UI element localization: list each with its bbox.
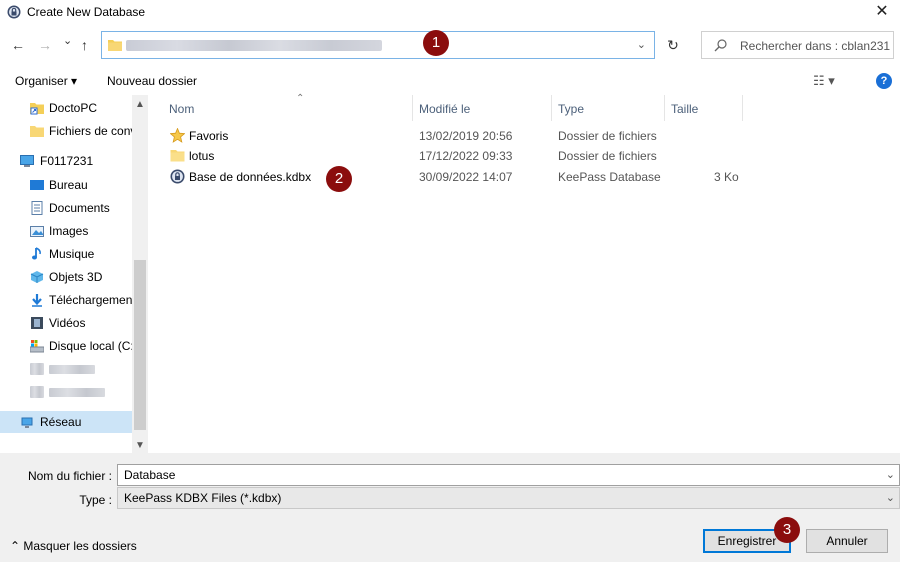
table-row[interactable]: Base de données.kdbx 30/09/2022 14:07 Ke… bbox=[150, 167, 900, 187]
close-icon[interactable]: ✕ bbox=[864, 0, 900, 26]
sidebar-item-images[interactable]: Images bbox=[0, 220, 132, 242]
up-arrow-icon[interactable]: ↑ bbox=[81, 37, 88, 53]
sidebar-item-label: Vidéos bbox=[49, 316, 86, 330]
sidebar-item-label: F0117231 bbox=[40, 154, 94, 168]
organize-menu-button[interactable]: Organiser ▾ bbox=[15, 74, 77, 88]
computer-icon bbox=[20, 155, 34, 167]
address-row: ← → ⌄ ↑ ⌄ ↻ Rechercher dans : cblan231 bbox=[0, 28, 900, 64]
sidebar-item-label: Bureau bbox=[49, 178, 88, 192]
sidebar-item-objets-3d[interactable]: Objets 3D bbox=[0, 266, 132, 288]
sidebar-item-disque-local[interactable]: Disque local (C:) bbox=[0, 335, 138, 357]
address-path-redacted bbox=[126, 40, 382, 51]
sidebar-item-musique[interactable]: Musique bbox=[0, 243, 132, 265]
drive-icon bbox=[30, 363, 44, 375]
sidebar-item-label: Téléchargements bbox=[49, 293, 142, 307]
column-header-size[interactable]: Taille bbox=[665, 95, 743, 121]
network-icon bbox=[21, 417, 33, 428]
filename-value: Database bbox=[124, 468, 176, 482]
filename-label: Nom du fichier : bbox=[27, 469, 112, 483]
sidebar-item-label: Images bbox=[49, 224, 89, 238]
sidebar-item-doctopc[interactable]: DoctoPC bbox=[0, 97, 132, 119]
step-badge-1: 1 bbox=[423, 30, 449, 56]
file-list: Nom ⌃ Modifié le Type Taille Favoris 13/… bbox=[150, 93, 900, 453]
column-header-modified[interactable]: Modifié le bbox=[413, 95, 552, 121]
sidebar-item-label: Disque local (C:) bbox=[49, 339, 138, 353]
sidebar-item-fichiers-de-conv[interactable]: Fichiers de conv bbox=[0, 120, 136, 142]
help-icon[interactable]: ? bbox=[876, 73, 892, 89]
save-form: Nom du fichier : Database ⌄ Type : KeePa… bbox=[0, 453, 900, 562]
title-bar: Create New Database ✕ bbox=[0, 0, 900, 26]
sidebar-item-bureau[interactable]: Bureau bbox=[0, 174, 132, 196]
view-options-icon[interactable]: ☷ ▾ bbox=[813, 73, 835, 89]
redacted-label bbox=[49, 365, 95, 374]
sort-ascending-icon: ⌃ bbox=[296, 93, 305, 104]
address-bar[interactable]: ⌄ bbox=[101, 31, 655, 59]
search-placeholder: Rechercher dans : cblan231 bbox=[740, 39, 891, 53]
folder-icon bbox=[170, 150, 185, 162]
file-type-value: KeePass KDBX Files (*.kdbx) bbox=[124, 491, 282, 505]
folder-icon bbox=[30, 126, 44, 137]
column-header-type[interactable]: Type bbox=[552, 95, 665, 121]
scrollbar-thumb[interactable] bbox=[134, 260, 146, 430]
desktop-icon bbox=[30, 180, 44, 190]
column-header-name[interactable]: Nom ⌃ bbox=[163, 93, 413, 121]
folder-icon bbox=[108, 40, 122, 51]
search-input[interactable]: Rechercher dans : cblan231 bbox=[701, 31, 894, 59]
sidebar-item-this-pc[interactable]: F0117231 bbox=[0, 150, 132, 172]
keepass-lock-icon bbox=[7, 5, 21, 19]
sidebar-scrollbar[interactable]: ▲ ▼ bbox=[132, 95, 148, 453]
file-type-select[interactable]: KeePass KDBX Files (*.kdbx) ⌄ bbox=[117, 487, 900, 509]
music-icon bbox=[32, 247, 41, 260]
hide-folders-toggle[interactable]: ⌃ Masquer les dossiers bbox=[10, 539, 137, 553]
keepass-icon bbox=[170, 169, 185, 184]
address-dropdown-chevron-icon[interactable]: ⌄ bbox=[637, 38, 646, 51]
scroll-down-icon[interactable]: ▼ bbox=[135, 440, 145, 451]
sidebar-item-label: Fichiers de conv bbox=[49, 124, 137, 138]
sidebar-item-label: Musique bbox=[49, 247, 95, 261]
recent-locations-chevron-icon[interactable]: ⌄ bbox=[63, 34, 72, 47]
sidebar-item-label: Réseau bbox=[40, 415, 82, 429]
filename-dropdown-chevron-icon[interactable]: ⌄ bbox=[886, 468, 895, 481]
sidebar-item-redacted-drive-1[interactable] bbox=[0, 358, 132, 380]
step-badge-3: 3 bbox=[774, 517, 800, 543]
sidebar-item-telechargements[interactable]: Téléchargements bbox=[0, 289, 142, 311]
sidebar-item-label: Documents bbox=[49, 201, 110, 215]
drive-icon bbox=[30, 386, 44, 398]
sidebar-item-label: DoctoPC bbox=[49, 101, 98, 115]
navigation-pane: DoctoPC Fichiers de conv F0117231 Bureau… bbox=[0, 95, 148, 453]
sidebar-item-documents[interactable]: Documents bbox=[0, 197, 132, 219]
sidebar-item-label: Objets 3D bbox=[49, 270, 103, 284]
table-row[interactable]: Favoris 13/02/2019 20:56 Dossier de fich… bbox=[150, 126, 900, 146]
redacted-label bbox=[49, 388, 105, 397]
sidebar-item-reseau[interactable]: Réseau bbox=[0, 411, 132, 433]
window-title: Create New Database bbox=[27, 5, 146, 19]
table-row[interactable]: lotus 17/12/2022 09:33 Dossier de fichie… bbox=[150, 146, 900, 166]
scroll-up-icon[interactable]: ▲ bbox=[135, 99, 145, 110]
documents-icon bbox=[31, 201, 43, 215]
refresh-icon[interactable]: ↻ bbox=[658, 31, 688, 59]
filename-input[interactable]: Database ⌄ bbox=[117, 464, 900, 486]
video-icon bbox=[31, 317, 43, 329]
forward-arrow-icon[interactable]: → bbox=[38, 37, 52, 53]
type-label: Type : bbox=[79, 493, 112, 507]
images-icon bbox=[30, 226, 44, 237]
download-icon bbox=[32, 294, 42, 307]
step-badge-2: 2 bbox=[326, 166, 352, 192]
drive-icon bbox=[30, 340, 44, 353]
shortcut-icon bbox=[30, 103, 44, 115]
sidebar-item-videos[interactable]: Vidéos bbox=[0, 312, 132, 334]
command-toolbar: Organiser ▾ Nouveau dossier ☷ ▾ ? bbox=[0, 67, 900, 95]
file-type-chevron-icon[interactable]: ⌄ bbox=[886, 491, 895, 504]
search-icon bbox=[714, 39, 727, 52]
new-folder-button[interactable]: Nouveau dossier bbox=[107, 74, 197, 88]
sidebar-item-redacted-drive-2[interactable] bbox=[0, 381, 132, 403]
cube-icon bbox=[30, 271, 44, 283]
cancel-button[interactable]: Annuler bbox=[806, 529, 888, 553]
star-folder-icon bbox=[170, 128, 185, 143]
back-arrow-icon[interactable]: ← bbox=[11, 37, 25, 53]
